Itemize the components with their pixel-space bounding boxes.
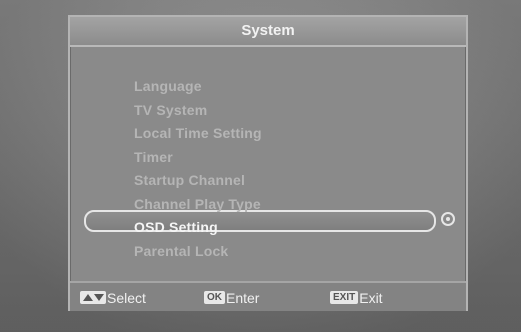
menu-item-timer[interactable]: Timer: [70, 146, 466, 170]
menu-item-parental-lock[interactable]: Parental Lock: [70, 240, 466, 264]
exit-label: Exit: [359, 290, 383, 306]
menu-item-startup-channel[interactable]: Startup Channel: [70, 169, 466, 193]
enter-hint: OK Enter: [204, 289, 259, 307]
menu-item-label: Timer: [134, 148, 173, 165]
selection-cursor-icon: [441, 212, 455, 226]
system-menu-list: Language TV System Local Time Setting Ti…: [70, 75, 466, 263]
menu-item-channel-play-type[interactable]: Channel Play Type: [70, 193, 466, 217]
menu-item-label: Language: [134, 78, 202, 94]
menu-item-label: TV System: [134, 101, 208, 118]
menu-item-language[interactable]: Language: [70, 75, 466, 99]
window-title: System: [70, 17, 466, 47]
up-down-arrow-icon: [80, 291, 106, 304]
system-menu-window: System Language TV System Local Time Set…: [68, 15, 468, 311]
menu-item-label: OSD Setting: [134, 219, 218, 235]
select-label: Select: [107, 290, 146, 306]
menu-item-label: Local Time Setting: [134, 125, 262, 141]
enter-label: Enter: [226, 290, 260, 306]
select-hint: Select: [80, 289, 146, 307]
menu-item-tv-system[interactable]: TV System: [70, 99, 466, 123]
ok-key-icon: OK: [204, 291, 225, 304]
exit-key-icon: EXIT: [330, 291, 359, 304]
menu-item-label: Channel Play Type: [134, 195, 261, 212]
menu-item-local-time-setting[interactable]: Local Time Setting: [70, 122, 466, 146]
menu-item-label: Startup Channel: [134, 172, 246, 188]
exit-hint: EXIT Exit: [330, 289, 383, 307]
menu-item-label: Parental Lock: [134, 242, 229, 259]
footer-hint-bar: Select OK Enter EXIT Exit: [70, 281, 466, 311]
menu-item-osd-setting[interactable]: OSD Setting: [70, 216, 466, 240]
